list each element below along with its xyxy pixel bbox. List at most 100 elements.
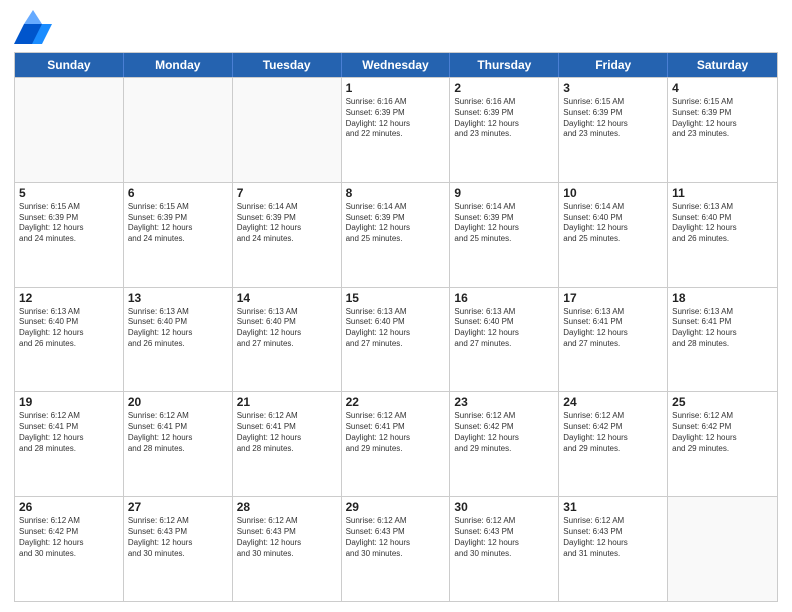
empty-cell <box>15 78 124 182</box>
day-cell-10: 10Sunrise: 6:14 AM Sunset: 6:40 PM Dayli… <box>559 183 668 287</box>
day-info: Sunrise: 6:13 AM Sunset: 6:41 PM Dayligh… <box>563 307 663 350</box>
day-header-monday: Monday <box>124 53 233 77</box>
day-cell-18: 18Sunrise: 6:13 AM Sunset: 6:41 PM Dayli… <box>668 288 777 392</box>
day-cell-21: 21 Sunrise: 6:12 AM Sunset: 6:41 PM Dayli… <box>233 392 342 496</box>
day-cell-24: 24Sunrise: 6:12 AM Sunset: 6:42 PM Dayli… <box>559 392 668 496</box>
day-number: 30 <box>454 500 554 514</box>
day-header-sunday: Sunday <box>15 53 124 77</box>
day-info: Sunrise: 6:15 AM Sunset: 6:39 PM Dayligh… <box>19 202 119 245</box>
day-cell-25: 25Sunrise: 6:12 AM Sunset: 6:42 PM Dayli… <box>668 392 777 496</box>
day-number: 22 <box>346 395 446 409</box>
day-number: 6 <box>128 186 228 200</box>
week-row-1: 1Sunrise: 6:16 AM Sunset: 6:39 PM Daylig… <box>15 77 777 182</box>
day-cell-5: 5 Sunrise: 6:15 AM Sunset: 6:39 PM Daylig… <box>15 183 124 287</box>
day-header-friday: Friday <box>559 53 668 77</box>
calendar-body: 1Sunrise: 6:16 AM Sunset: 6:39 PM Daylig… <box>15 77 777 601</box>
day-number: 11 <box>672 186 773 200</box>
day-cell-6: 6 Sunrise: 6:15 AM Sunset: 6:39 PM Daylig… <box>124 183 233 287</box>
day-info: Sunrise: 6:15 AM Sunset: 6:39 PM Dayligh… <box>672 97 773 140</box>
empty-cell <box>233 78 342 182</box>
day-info: Sunrise: 6:12 AM Sunset: 6:43 PM Dayligh… <box>563 516 663 559</box>
day-cell-3: 3 Sunrise: 6:15 AM Sunset: 6:39 PM Daylig… <box>559 78 668 182</box>
day-cell-13: 13Sunrise: 6:13 AM Sunset: 6:40 PM Dayli… <box>124 288 233 392</box>
day-info: Sunrise: 6:12 AM Sunset: 6:41 PM Dayligh… <box>237 411 337 454</box>
day-number: 10 <box>563 186 663 200</box>
day-number: 5 <box>19 186 119 200</box>
calendar-header: SundayMondayTuesdayWednesdayThursdayFrid… <box>15 53 777 77</box>
day-info: Sunrise: 6:12 AM Sunset: 6:43 PM Dayligh… <box>128 516 228 559</box>
day-info: Sunrise: 6:12 AM Sunset: 6:42 PM Dayligh… <box>672 411 773 454</box>
day-cell-9: 9 Sunrise: 6:14 AM Sunset: 6:39 PM Daylig… <box>450 183 559 287</box>
day-number: 18 <box>672 291 773 305</box>
logo <box>14 10 56 44</box>
day-number: 9 <box>454 186 554 200</box>
day-info: Sunrise: 6:12 AM Sunset: 6:42 PM Dayligh… <box>19 516 119 559</box>
day-number: 12 <box>19 291 119 305</box>
day-number: 20 <box>128 395 228 409</box>
day-number: 4 <box>672 81 773 95</box>
day-info: Sunrise: 6:12 AM Sunset: 6:41 PM Dayligh… <box>346 411 446 454</box>
day-number: 2 <box>454 81 554 95</box>
day-cell-2: 2 Sunrise: 6:16 AM Sunset: 6:39 PM Daylig… <box>450 78 559 182</box>
day-cell-16: 16 Sunrise: 6:13 AM Sunset: 6:40 PM Dayli… <box>450 288 559 392</box>
day-cell-8: 8Sunrise: 6:14 AM Sunset: 6:39 PM Daylig… <box>342 183 451 287</box>
day-info: Sunrise: 6:12 AM Sunset: 6:41 PM Dayligh… <box>19 411 119 454</box>
calendar: SundayMondayTuesdayWednesdayThursdayFrid… <box>14 52 778 602</box>
day-header-tuesday: Tuesday <box>233 53 342 77</box>
day-cell-31: 31 Sunrise: 6:12 AM Sunset: 6:43 PM Dayli… <box>559 497 668 601</box>
day-info: Sunrise: 6:13 AM Sunset: 6:40 PM Dayligh… <box>672 202 773 245</box>
day-info: Sunrise: 6:13 AM Sunset: 6:40 PM Dayligh… <box>454 307 554 350</box>
day-number: 27 <box>128 500 228 514</box>
week-row-5: 26 Sunrise: 6:12 AM Sunset: 6:42 PM Dayli… <box>15 496 777 601</box>
day-number: 29 <box>346 500 446 514</box>
day-cell-27: 27 Sunrise: 6:12 AM Sunset: 6:43 PM Dayli… <box>124 497 233 601</box>
day-header-saturday: Saturday <box>668 53 777 77</box>
day-info: Sunrise: 6:12 AM Sunset: 6:43 PM Dayligh… <box>454 516 554 559</box>
empty-cell <box>124 78 233 182</box>
day-info: Sunrise: 6:15 AM Sunset: 6:39 PM Dayligh… <box>128 202 228 245</box>
day-number: 3 <box>563 81 663 95</box>
header <box>14 10 778 44</box>
day-info: Sunrise: 6:12 AM Sunset: 6:42 PM Dayligh… <box>454 411 554 454</box>
day-header-wednesday: Wednesday <box>342 53 451 77</box>
day-info: Sunrise: 6:15 AM Sunset: 6:39 PM Dayligh… <box>563 97 663 140</box>
day-cell-26: 26 Sunrise: 6:12 AM Sunset: 6:42 PM Dayli… <box>15 497 124 601</box>
day-info: Sunrise: 6:13 AM Sunset: 6:40 PM Dayligh… <box>128 307 228 350</box>
day-number: 28 <box>237 500 337 514</box>
day-cell-12: 12 Sunrise: 6:13 AM Sunset: 6:40 PM Dayli… <box>15 288 124 392</box>
empty-cell <box>668 497 777 601</box>
day-number: 21 <box>237 395 337 409</box>
day-number: 19 <box>19 395 119 409</box>
day-info: Sunrise: 6:13 AM Sunset: 6:40 PM Dayligh… <box>19 307 119 350</box>
day-number: 17 <box>563 291 663 305</box>
day-cell-4: 4 Sunrise: 6:15 AM Sunset: 6:39 PM Daylig… <box>668 78 777 182</box>
day-cell-7: 7 Sunrise: 6:14 AM Sunset: 6:39 PM Daylig… <box>233 183 342 287</box>
day-cell-20: 20 Sunrise: 6:12 AM Sunset: 6:41 PM Dayli… <box>124 392 233 496</box>
day-info: Sunrise: 6:12 AM Sunset: 6:42 PM Dayligh… <box>563 411 663 454</box>
day-number: 31 <box>563 500 663 514</box>
page: SundayMondayTuesdayWednesdayThursdayFrid… <box>0 0 792 612</box>
day-number: 8 <box>346 186 446 200</box>
logo-icon <box>14 10 52 44</box>
day-number: 14 <box>237 291 337 305</box>
day-cell-23: 23 Sunrise: 6:12 AM Sunset: 6:42 PM Dayli… <box>450 392 559 496</box>
day-info: Sunrise: 6:14 AM Sunset: 6:39 PM Dayligh… <box>454 202 554 245</box>
day-number: 23 <box>454 395 554 409</box>
day-cell-15: 15Sunrise: 6:13 AM Sunset: 6:40 PM Dayli… <box>342 288 451 392</box>
day-cell-30: 30 Sunrise: 6:12 AM Sunset: 6:43 PM Dayli… <box>450 497 559 601</box>
day-info: Sunrise: 6:16 AM Sunset: 6:39 PM Dayligh… <box>454 97 554 140</box>
day-number: 26 <box>19 500 119 514</box>
day-info: Sunrise: 6:13 AM Sunset: 6:40 PM Dayligh… <box>346 307 446 350</box>
day-info: Sunrise: 6:13 AM Sunset: 6:40 PM Dayligh… <box>237 307 337 350</box>
day-number: 16 <box>454 291 554 305</box>
day-info: Sunrise: 6:12 AM Sunset: 6:41 PM Dayligh… <box>128 411 228 454</box>
day-cell-22: 22 Sunrise: 6:12 AM Sunset: 6:41 PM Dayli… <box>342 392 451 496</box>
day-cell-19: 19 Sunrise: 6:12 AM Sunset: 6:41 PM Dayli… <box>15 392 124 496</box>
day-cell-14: 14 Sunrise: 6:13 AM Sunset: 6:40 PM Dayli… <box>233 288 342 392</box>
day-number: 7 <box>237 186 337 200</box>
day-info: Sunrise: 6:14 AM Sunset: 6:39 PM Dayligh… <box>237 202 337 245</box>
day-cell-11: 11 Sunrise: 6:13 AM Sunset: 6:40 PM Dayli… <box>668 183 777 287</box>
day-cell-17: 17 Sunrise: 6:13 AM Sunset: 6:41 PM Dayli… <box>559 288 668 392</box>
day-cell-1: 1Sunrise: 6:16 AM Sunset: 6:39 PM Daylig… <box>342 78 451 182</box>
week-row-4: 19 Sunrise: 6:12 AM Sunset: 6:41 PM Dayli… <box>15 391 777 496</box>
